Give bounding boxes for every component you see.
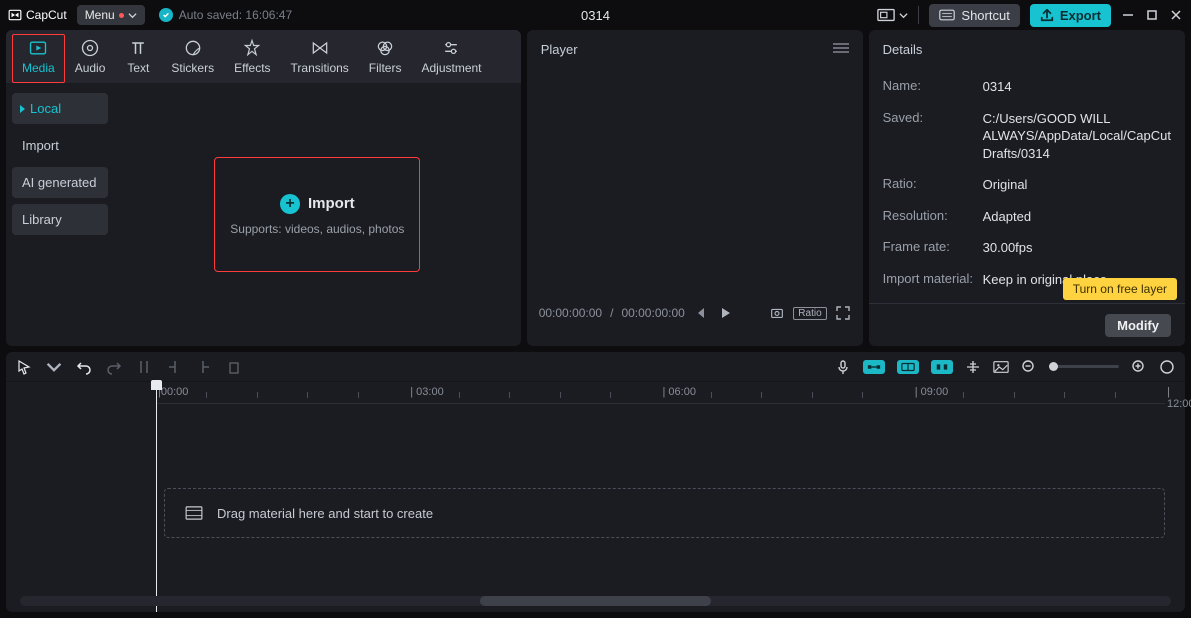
delete-left-button[interactable] bbox=[166, 359, 182, 375]
aspect-ratio-button[interactable] bbox=[877, 8, 908, 22]
app-logo: CapCut bbox=[8, 8, 67, 22]
project-title: 0314 bbox=[581, 8, 610, 23]
zoom-slider[interactable] bbox=[1049, 365, 1119, 368]
detail-resolution-label: Resolution: bbox=[883, 208, 983, 226]
media-icon bbox=[28, 38, 48, 58]
menu-notification-dot bbox=[119, 13, 124, 18]
detail-name-label: Name: bbox=[883, 78, 983, 96]
window-close-button[interactable] bbox=[1169, 8, 1183, 22]
cursor-tool-dropdown[interactable] bbox=[46, 359, 62, 375]
aspect-ratio-icon bbox=[877, 8, 895, 22]
modify-button[interactable]: Modify bbox=[1105, 314, 1171, 337]
detail-resolution-value: Adapted bbox=[983, 208, 1171, 226]
tab-filters[interactable]: Filters bbox=[359, 34, 412, 83]
transitions-icon bbox=[310, 38, 330, 58]
player-panel: Player 00:00:00:00 / 00:00:00:00 Ratio bbox=[527, 30, 863, 346]
redo-button[interactable] bbox=[106, 359, 122, 375]
timeline-drop-lane[interactable]: Drag material here and start to create bbox=[164, 488, 1165, 538]
sidebar-item-local[interactable]: Local bbox=[12, 93, 108, 124]
export-icon bbox=[1040, 8, 1054, 22]
timeline-h-scrollbar[interactable] bbox=[20, 596, 1171, 606]
detail-name-value: 0314 bbox=[983, 78, 1171, 96]
tab-audio[interactable]: Audio bbox=[65, 34, 116, 83]
details-title: Details bbox=[869, 30, 1185, 69]
ruler-label: | 09:00 bbox=[915, 386, 948, 398]
import-title: Import bbox=[308, 195, 355, 212]
detail-ratio-value: Original bbox=[983, 176, 1171, 194]
ruler-label: | 03:00 bbox=[410, 386, 443, 398]
tab-effects[interactable]: Effects bbox=[224, 34, 280, 83]
zoom-in-button[interactable] bbox=[1131, 359, 1147, 375]
detail-framerate-value: 30.00fps bbox=[983, 239, 1171, 257]
sidebar-item-ai-generated[interactable]: AI generated bbox=[12, 167, 108, 198]
divider bbox=[918, 6, 919, 24]
timeline-panel: |00:00| 03:00| 06:00| 09:00| 12:00 Drag … bbox=[6, 352, 1185, 612]
filters-icon bbox=[375, 38, 395, 58]
mic-button[interactable] bbox=[835, 359, 851, 375]
prev-frame-button[interactable] bbox=[693, 305, 709, 321]
shortcut-button[interactable]: Shortcut bbox=[929, 4, 1019, 27]
player-title: Player bbox=[541, 42, 578, 57]
magnet-track-button[interactable] bbox=[897, 360, 919, 374]
detail-framerate-label: Frame rate: bbox=[883, 239, 983, 257]
media-sidebar: Local Import AI generated Library bbox=[6, 83, 114, 346]
ruler-label: |00:00 bbox=[158, 386, 188, 398]
timeline-ruler[interactable]: |00:00| 03:00| 06:00| 09:00| 12:00 bbox=[156, 382, 1165, 404]
audio-icon bbox=[80, 38, 100, 58]
detail-saved-label: Saved: bbox=[883, 110, 983, 163]
menu-button[interactable]: Menu bbox=[77, 5, 145, 25]
keyboard-icon bbox=[939, 9, 955, 21]
detail-import-material-label: Import material: bbox=[883, 271, 983, 289]
autosaved-status: Auto saved: 16:06:47 bbox=[159, 8, 292, 22]
cursor-tool-button[interactable] bbox=[16, 359, 32, 375]
export-button[interactable]: Export bbox=[1030, 4, 1111, 27]
undo-button[interactable] bbox=[76, 359, 92, 375]
play-button[interactable] bbox=[717, 305, 733, 321]
ratio-button[interactable]: Ratio bbox=[793, 307, 826, 320]
film-icon bbox=[185, 506, 203, 520]
app-name: CapCut bbox=[26, 8, 67, 22]
free-layer-tooltip: Turn on free layer bbox=[1063, 278, 1177, 300]
check-icon bbox=[159, 8, 173, 22]
zoom-fit-button[interactable] bbox=[1159, 359, 1175, 375]
stickers-icon bbox=[183, 38, 203, 58]
timeline-drop-hint: Drag material here and start to create bbox=[217, 506, 433, 521]
tab-transitions[interactable]: Transitions bbox=[281, 34, 359, 83]
window-minimize-button[interactable] bbox=[1121, 8, 1135, 22]
magnet-main-button[interactable] bbox=[863, 360, 885, 374]
window-maximize-button[interactable] bbox=[1145, 8, 1159, 22]
delete-right-button[interactable] bbox=[196, 359, 212, 375]
split-button[interactable] bbox=[136, 359, 152, 375]
detail-saved-value: C:/Users/GOOD WILL ALWAYS/AppData/Local/… bbox=[983, 110, 1171, 163]
player-menu-icon[interactable] bbox=[833, 42, 849, 57]
tab-stickers[interactable]: Stickers bbox=[161, 34, 224, 83]
details-panel: Details Name:0314 Saved:C:/Users/GOOD WI… bbox=[869, 30, 1185, 346]
detail-ratio-label: Ratio: bbox=[883, 176, 983, 194]
effects-icon bbox=[242, 38, 262, 58]
ruler-label: | 06:00 bbox=[663, 386, 696, 398]
plus-icon: + bbox=[280, 194, 300, 214]
delete-button[interactable] bbox=[226, 359, 242, 375]
player-viewport bbox=[527, 69, 863, 305]
import-subtitle: Supports: videos, audios, photos bbox=[230, 222, 404, 236]
sidebar-item-import[interactable]: Import bbox=[12, 130, 108, 161]
sidebar-item-library[interactable]: Library bbox=[12, 204, 108, 235]
fullscreen-button[interactable] bbox=[835, 305, 851, 321]
player-time-total: 00:00:00:00 bbox=[621, 306, 684, 320]
media-panel: Media Audio Text Stickers Effects Transi… bbox=[6, 30, 521, 346]
tab-media[interactable]: Media bbox=[12, 34, 65, 83]
player-time-current: 00:00:00:00 bbox=[539, 306, 602, 320]
linkage-button[interactable] bbox=[931, 360, 953, 374]
cover-button[interactable] bbox=[993, 359, 1009, 375]
zoom-out-button[interactable] bbox=[1021, 359, 1037, 375]
chevron-down-icon bbox=[128, 11, 137, 20]
snapshot-button[interactable] bbox=[769, 305, 785, 321]
adjustment-icon bbox=[441, 38, 461, 58]
import-dropzone[interactable]: + Import Supports: videos, audios, photo… bbox=[214, 157, 420, 272]
tab-text[interactable]: Text bbox=[115, 34, 161, 83]
preview-axis-button[interactable] bbox=[965, 359, 981, 375]
text-icon bbox=[128, 38, 148, 58]
chevron-down-icon bbox=[899, 11, 908, 20]
tab-adjustment[interactable]: Adjustment bbox=[411, 34, 491, 83]
